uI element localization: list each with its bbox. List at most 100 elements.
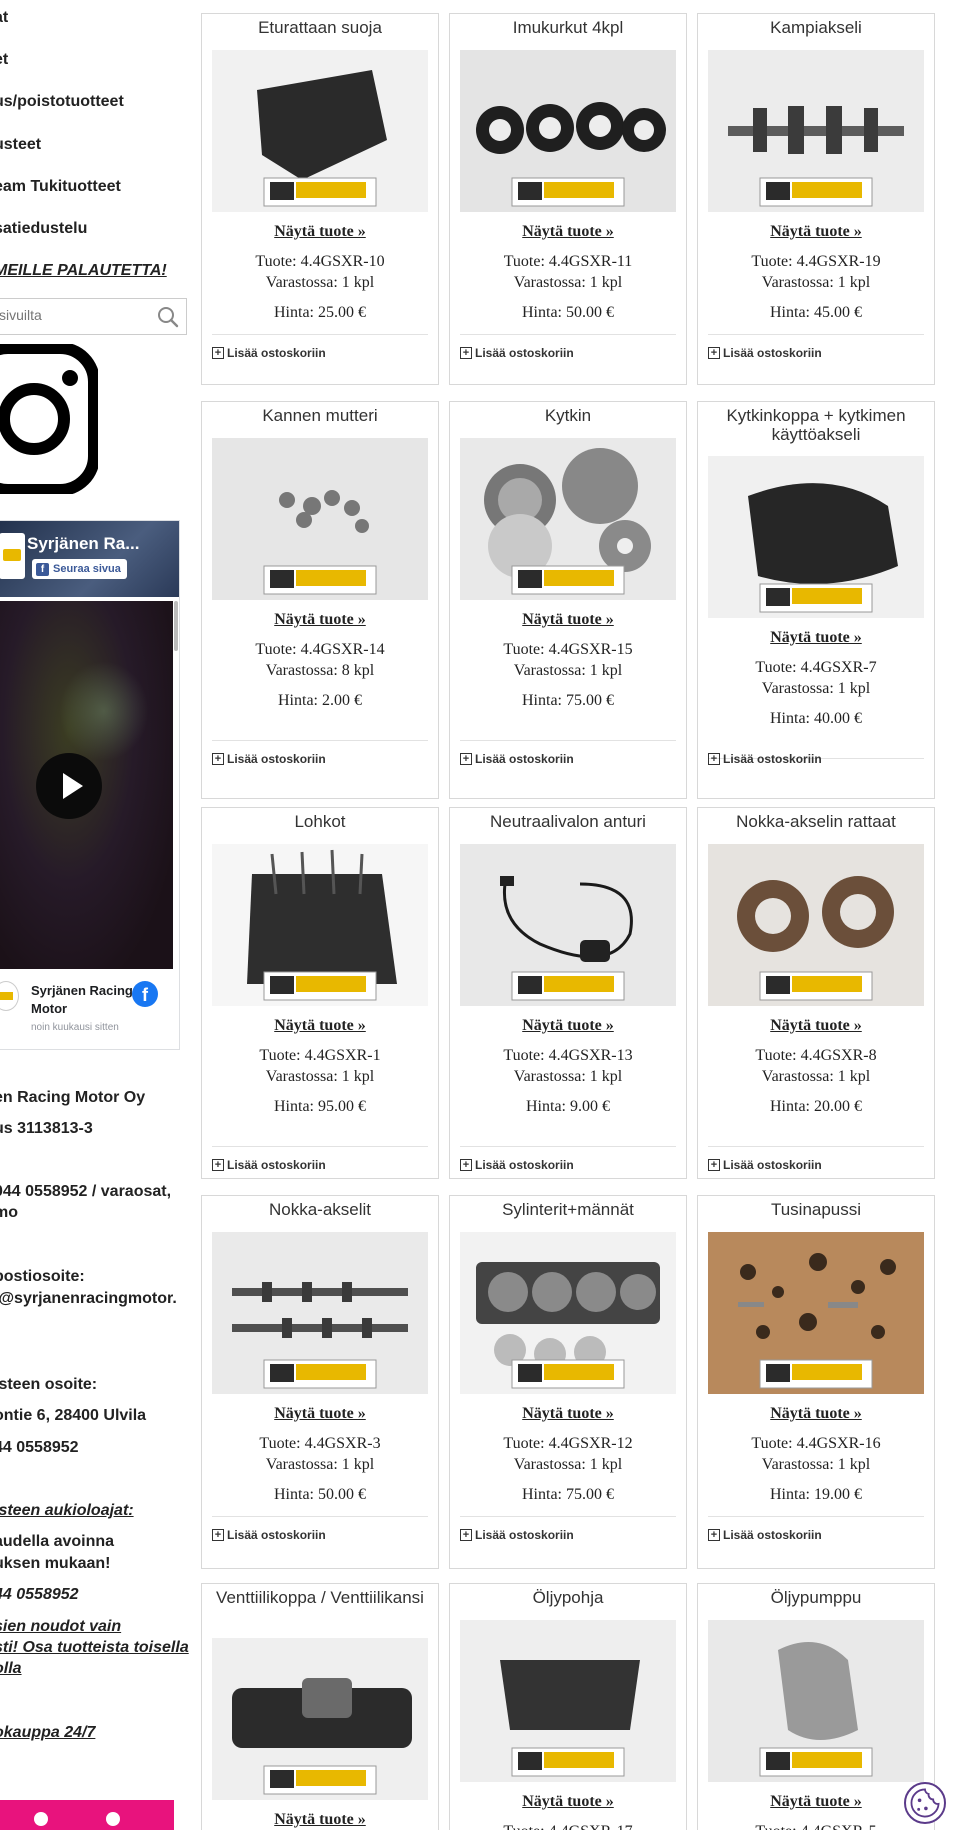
add-to-cart-button[interactable]: + Lisää ostoskoriin [460, 1528, 574, 1542]
product-title[interactable]: Eturattaan suoja [202, 14, 438, 37]
product-photo [212, 1232, 428, 1394]
product-title[interactable]: Neutraalivalon anturi [450, 808, 686, 831]
product-title[interactable]: Imukurkut 4kpl [450, 14, 686, 37]
product-photo [460, 1620, 676, 1782]
add-to-cart-button[interactable]: + Lisää ostoskoriin [212, 346, 326, 360]
product-image[interactable] [212, 1638, 428, 1800]
sidebar-menu-item[interactable]: satiedustelu [0, 220, 87, 238]
view-product-link[interactable]: Näytä tuote » [450, 1793, 686, 1811]
facebook-page-title[interactable]: Syrjänen Ra... [27, 534, 139, 554]
widget-scrollbar[interactable] [174, 601, 178, 651]
view-product-link[interactable]: Näytä tuote » [202, 1405, 438, 1423]
product-image[interactable] [460, 1232, 676, 1394]
plus-icon: + [460, 1159, 472, 1171]
facebook-video[interactable] [0, 601, 173, 969]
product-image[interactable] [708, 456, 924, 618]
add-to-cart-button[interactable]: + Lisää ostoskoriin [212, 1158, 326, 1172]
product-image[interactable] [212, 438, 428, 600]
view-product-link[interactable]: Näytä tuote » [202, 611, 438, 629]
view-product-link[interactable]: Näytä tuote » [698, 1793, 934, 1811]
product-title[interactable]: Nokka-akselin rattaat [698, 808, 934, 831]
product-image[interactable] [212, 1232, 428, 1394]
product-title[interactable]: Öljypumppu [698, 1584, 934, 1607]
view-product-link[interactable]: Näytä tuote » [698, 629, 934, 647]
add-to-cart-button[interactable]: + Lisää ostoskoriin [708, 346, 822, 360]
product-price: Hinta: 75.00 € [522, 1486, 614, 1503]
sidebar-menu-item[interactable]: at [0, 9, 8, 27]
cookie-icon[interactable] [904, 1782, 946, 1824]
product-image[interactable] [460, 50, 676, 212]
stock-status: Varastossa: 1 kpl [265, 274, 375, 291]
sidebar-menu-item[interactable]: et [0, 51, 8, 69]
product-image[interactable] [460, 438, 676, 600]
add-to-cart-button[interactable]: + Lisää ostoskoriin [460, 1158, 574, 1172]
facebook-page-widget[interactable]: Syrjänen Ra... f Seuraa sivua Syrjänen R… [0, 520, 180, 1050]
divider [460, 334, 676, 335]
banner-dot [34, 1812, 48, 1826]
product-title[interactable]: Lohkot [202, 808, 438, 831]
product-image[interactable] [708, 50, 924, 212]
add-to-cart-button[interactable]: + Lisää ostoskoriin [460, 346, 574, 360]
product-image[interactable] [460, 1620, 676, 1782]
product-title[interactable]: Venttiilikoppa / Venttiilikansi [202, 1584, 438, 1607]
promo-banner[interactable] [0, 1800, 174, 1830]
product-image[interactable] [212, 844, 428, 1006]
view-product-link[interactable]: Näytä tuote » [698, 1405, 934, 1423]
product-title[interactable]: Sylinterit+männät [450, 1196, 686, 1219]
add-to-cart-label: Lisää ostoskoriin [227, 1158, 326, 1172]
product-card: Kannen mutteri Näytä tuote » Tuote: 4.4GSX… [201, 401, 439, 799]
product-code: Tuote: 4.4GSXR-3 [259, 1435, 381, 1452]
add-to-cart-button[interactable]: + Lisää ostoskoriin [708, 1528, 822, 1542]
product-title[interactable]: Tusinapussi [698, 1196, 934, 1219]
play-icon[interactable] [36, 753, 102, 819]
facebook-follow-button[interactable]: f Seuraa sivua [32, 559, 127, 579]
product-title[interactable]: Kannen mutteri [202, 402, 438, 425]
product-card: Nokka-akselit Näytä tuote » Tuote: 4.4GSXR… [201, 1195, 439, 1569]
product-image[interactable] [708, 1232, 924, 1394]
facebook-post-author[interactable]: Syrjänen Racing Motor [31, 982, 141, 1018]
view-product-link[interactable]: Näytä tuote » [450, 1017, 686, 1035]
sidebar-menu-item[interactable]: usteet [0, 136, 41, 154]
sidebar-menu-item[interactable]: eam Tukituotteet [0, 178, 121, 196]
opening-hours-heading[interactable]: isteen aukioloajat: [0, 1500, 134, 1521]
product-title[interactable]: Kytkin [450, 402, 686, 425]
pickup-note[interactable]: sti! Osa tuotteista toisella [0, 1637, 189, 1658]
sidebar-feedback-link[interactable]: MEILLE PALAUTETTA! [0, 262, 167, 280]
view-product-link[interactable]: Näytä tuote » [698, 223, 934, 241]
view-product-link[interactable]: Näytä tuote » [698, 1017, 934, 1035]
srm-logo-sticker [263, 177, 377, 207]
product-image[interactable] [212, 50, 428, 212]
add-to-cart-button[interactable]: + Lisää ostoskoriin [460, 752, 574, 766]
product-card: Kytkinkoppa + kytkimen käyttöakseli Näytä… [697, 401, 935, 799]
add-to-cart-button[interactable]: + Lisää ostoskoriin [212, 752, 326, 766]
product-title[interactable]: Kytkinkoppa + kytkimen käyttöakseli [698, 402, 934, 444]
product-image[interactable] [708, 1620, 924, 1782]
product-image[interactable] [708, 844, 924, 1006]
add-to-cart-button[interactable]: + Lisää ostoskoriin [708, 752, 822, 766]
facebook-logo-icon[interactable]: f [132, 981, 158, 1007]
stock-status: Varastossa: 1 kpl [513, 1068, 623, 1085]
view-product-link[interactable]: Näytä tuote » [202, 1811, 438, 1829]
pickup-note[interactable]: olla [0, 1658, 22, 1679]
search-icon[interactable] [156, 305, 180, 329]
pickup-note[interactable]: sien noudot vain [0, 1616, 121, 1637]
instagram-icon[interactable] [0, 344, 98, 494]
product-image[interactable] [460, 844, 676, 1006]
view-product-link[interactable]: Näytä tuote » [450, 1405, 686, 1423]
add-to-cart-button[interactable]: + Lisää ostoskoriin [212, 1528, 326, 1542]
email-address[interactable]: i@syrjanenracingmotor. [0, 1288, 177, 1309]
view-product-link[interactable]: Näytä tuote » [202, 1017, 438, 1035]
view-product-link[interactable]: Näytä tuote » [450, 223, 686, 241]
product-title[interactable]: Öljypohja [450, 1584, 686, 1607]
search-input[interactable] [0, 307, 149, 323]
stock-status: Varastossa: 1 kpl [761, 1068, 871, 1085]
product-title[interactable]: Nokka-akselit [202, 1196, 438, 1219]
product-title[interactable]: Kampiakseli [698, 14, 934, 37]
view-product-link[interactable]: Näytä tuote » [202, 223, 438, 241]
sidebar-menu-item[interactable]: us/poistotuotteet [0, 93, 124, 111]
webshop-hours[interactable]: okauppa 24/7 [0, 1722, 95, 1743]
view-product-link[interactable]: Näytä tuote » [450, 611, 686, 629]
add-to-cart-button[interactable]: + Lisää ostoskoriin [708, 1158, 822, 1172]
srm-logo-sticker [511, 971, 625, 1001]
product-card: Eturattaan suoja Näytä tuote » Tuote: 4.4G… [201, 13, 439, 385]
